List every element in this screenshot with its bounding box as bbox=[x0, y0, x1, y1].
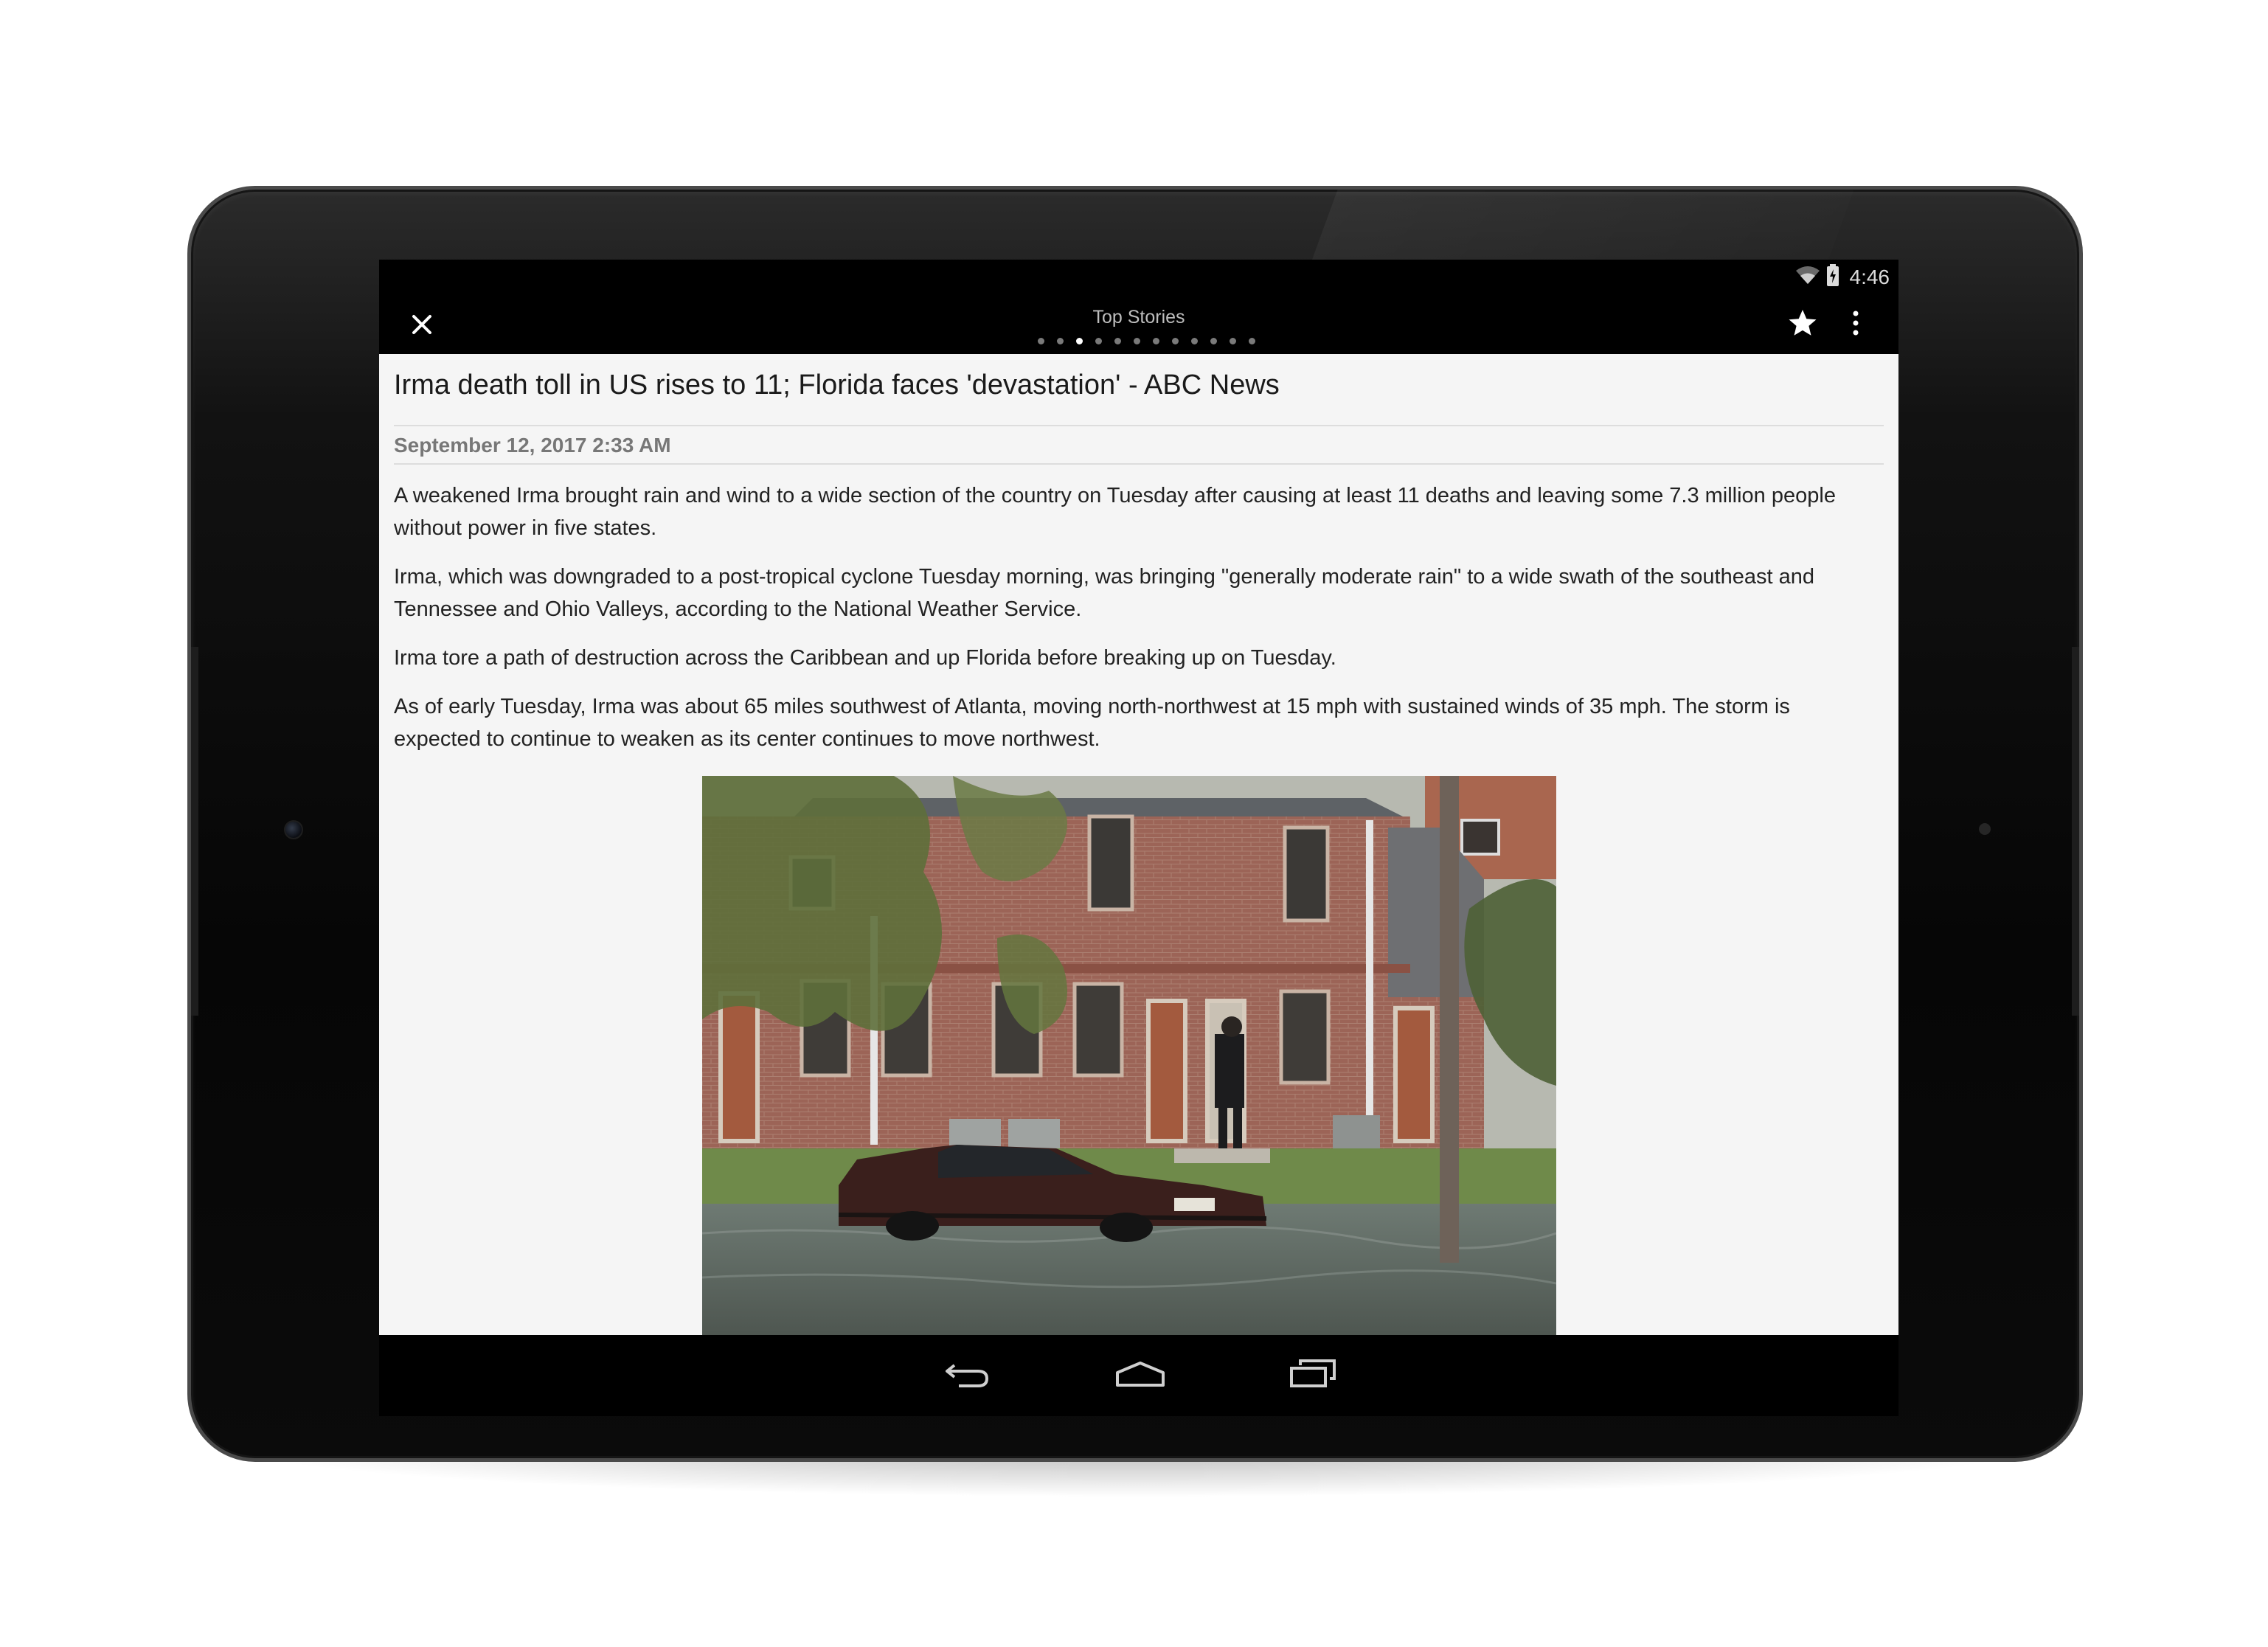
wifi-icon bbox=[1795, 265, 1820, 291]
battery-icon bbox=[1826, 263, 1839, 291]
page-dot bbox=[1056, 338, 1064, 344]
favorite-button[interactable] bbox=[1785, 307, 1820, 342]
article-headline: Irma death toll in US rises to 11; Flori… bbox=[394, 370, 1280, 401]
divider bbox=[394, 463, 1884, 465]
page-dot bbox=[1171, 338, 1179, 344]
article-paragraph: A weakened Irma brought rain and wind to… bbox=[394, 484, 1836, 540]
app-bar-title: Top Stories bbox=[1092, 307, 1185, 327]
article-paragraph: As of early Tuesday, Irma was about 65 m… bbox=[394, 695, 1790, 751]
status-bar: 4:46 bbox=[379, 260, 1898, 295]
light-sensor bbox=[1979, 823, 1991, 835]
back-icon bbox=[944, 1359, 991, 1393]
home-button[interactable] bbox=[1111, 1350, 1170, 1401]
page-dot bbox=[1248, 338, 1255, 344]
speaker-grille-left bbox=[191, 647, 198, 1016]
front-camera bbox=[284, 820, 303, 839]
article-paragraph: Irma, which was downgraded to a post-tro… bbox=[394, 565, 1814, 621]
recents-button[interactable] bbox=[1283, 1350, 1342, 1401]
page-dot bbox=[1229, 338, 1236, 344]
page-dot bbox=[1095, 338, 1102, 344]
flooded-street-photo bbox=[702, 776, 1556, 1335]
status-time: 4:46 bbox=[1849, 266, 1890, 288]
page-indicator bbox=[379, 338, 1898, 344]
recents-icon bbox=[1289, 1359, 1337, 1393]
speaker-grille-right bbox=[2072, 647, 2079, 1016]
overflow-menu-button[interactable] bbox=[1841, 307, 1870, 342]
navigation-bar bbox=[379, 1335, 1898, 1416]
page-dot bbox=[1210, 338, 1217, 344]
app-bar: Top Stories bbox=[379, 295, 1898, 354]
page-dot bbox=[1152, 338, 1159, 344]
article-body: A weakened Irma brought rain and wind to… bbox=[394, 479, 1876, 772]
article-view[interactable]: Irma death toll in US rises to 11; Flori… bbox=[379, 354, 1898, 1335]
home-icon bbox=[1114, 1361, 1166, 1391]
overflow-menu-icon bbox=[1852, 310, 1859, 340]
divider bbox=[394, 425, 1884, 426]
page-dot bbox=[1190, 338, 1198, 344]
page-dot bbox=[1114, 338, 1121, 344]
page-dot-active bbox=[1075, 338, 1083, 344]
article-paragraph: Irma tore a path of destruction across t… bbox=[394, 646, 1336, 670]
tablet-screen: 4:46 Top Stories Irma death toll in US r… bbox=[379, 260, 1898, 1416]
page-dot bbox=[1037, 338, 1044, 344]
page-dot bbox=[1133, 338, 1140, 344]
article-date: September 12, 2017 2:33 AM bbox=[394, 434, 671, 457]
star-icon bbox=[1788, 308, 1817, 341]
back-button[interactable] bbox=[938, 1350, 997, 1401]
